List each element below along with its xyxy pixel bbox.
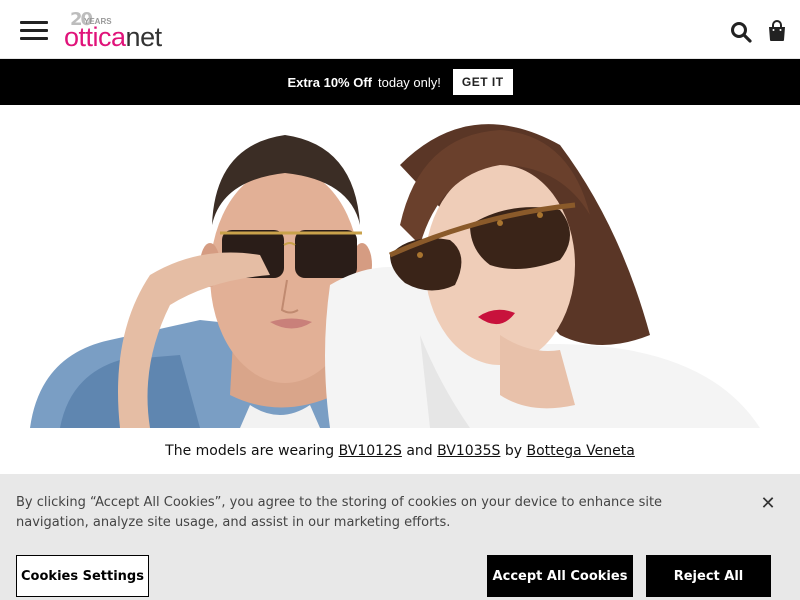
caption-and: and [406,443,433,459]
promo-offer: Extra 10% Off [287,74,372,90]
models-caption: The models are wearing BV1012S and BV103… [0,443,800,459]
search-icon[interactable] [730,21,752,43]
site-header: 20 YEARS otticanet [0,0,800,59]
get-it-button[interactable]: GET IT [452,69,513,95]
hamburger-menu-icon[interactable] [20,21,48,41]
brand-link-bottega-veneta[interactable]: Bottega Veneta [526,443,634,459]
model-link-bv1012s[interactable]: BV1012S [339,443,402,459]
models-wearing-sunglasses-image [30,124,760,428]
caption-by: by [504,443,523,459]
cookie-message: By clicking “Accept All Cookies”, you ag… [16,495,663,530]
caption-prefix: The models are wearing [165,443,335,459]
close-icon[interactable]: ✕ [758,494,778,514]
reject-all-button[interactable]: Reject All [646,555,771,597]
hero-image[interactable] [0,105,800,428]
logo-wordmark: otticanet [64,22,162,52]
accept-all-cookies-button[interactable]: Accept All Cookies [487,555,633,597]
cookies-settings-button[interactable]: Cookies Settings [16,555,149,597]
shopping-bag-icon[interactable] [767,20,787,42]
promo-bar: Extra 10% Off today only! GET IT [0,59,800,105]
promo-today: today only! [378,74,441,90]
cookie-banner: By clicking “Accept All Cookies”, you ag… [0,474,800,600]
model-link-bv1035s[interactable]: BV1035S [437,443,500,459]
otticanet-logo[interactable]: 20 YEARS otticanet [64,8,184,52]
